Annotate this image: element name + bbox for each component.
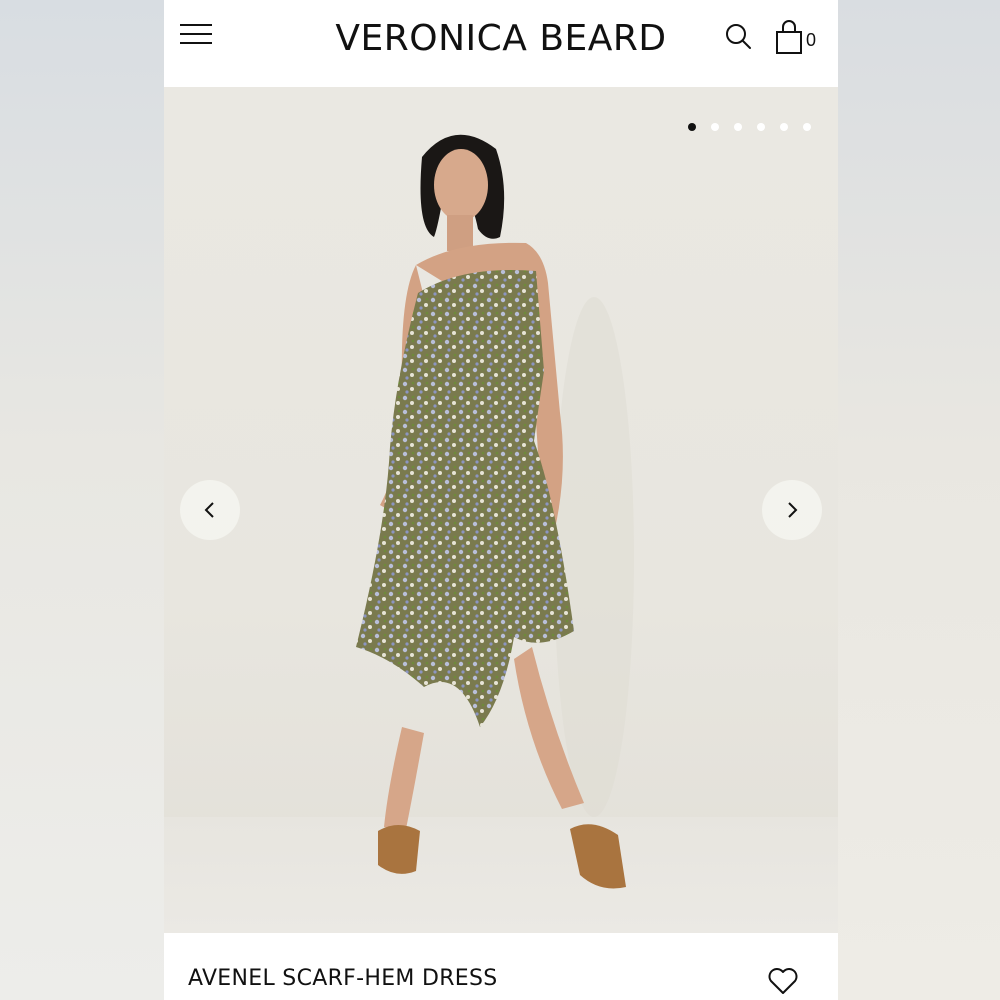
- previous-image-button[interactable]: [180, 480, 240, 540]
- slide-dot-2[interactable]: [711, 123, 719, 131]
- site-header: VERONICA BEARD 0: [164, 0, 838, 87]
- search-icon[interactable]: [724, 22, 754, 52]
- shopping-bag-icon[interactable]: [775, 20, 807, 56]
- slide-indicators: [688, 123, 811, 133]
- product-image-gallery[interactable]: [164, 87, 838, 933]
- background-blur-left: [0, 0, 164, 1000]
- product-page: VERONICA BEARD 0 AVENEL SCARF-HEM DRESS: [164, 0, 838, 1000]
- chevron-left-icon: [204, 502, 214, 518]
- product-title: AVENEL SCARF-HEM DRESS: [188, 966, 498, 991]
- background-blur-right: [838, 0, 1000, 1000]
- slide-dot-6[interactable]: [803, 123, 811, 131]
- model-photo: [356, 134, 634, 889]
- next-image-button[interactable]: [762, 480, 822, 540]
- cart-count[interactable]: 0: [806, 30, 816, 51]
- heart-icon[interactable]: [767, 966, 799, 996]
- slide-dot-1[interactable]: [688, 123, 696, 131]
- product-info: AVENEL SCARF-HEM DRESS: [164, 933, 838, 1000]
- slide-dot-3[interactable]: [734, 123, 742, 131]
- chevron-right-icon: [788, 502, 798, 518]
- slide-dot-4[interactable]: [757, 123, 765, 131]
- slide-dot-5[interactable]: [780, 123, 788, 131]
